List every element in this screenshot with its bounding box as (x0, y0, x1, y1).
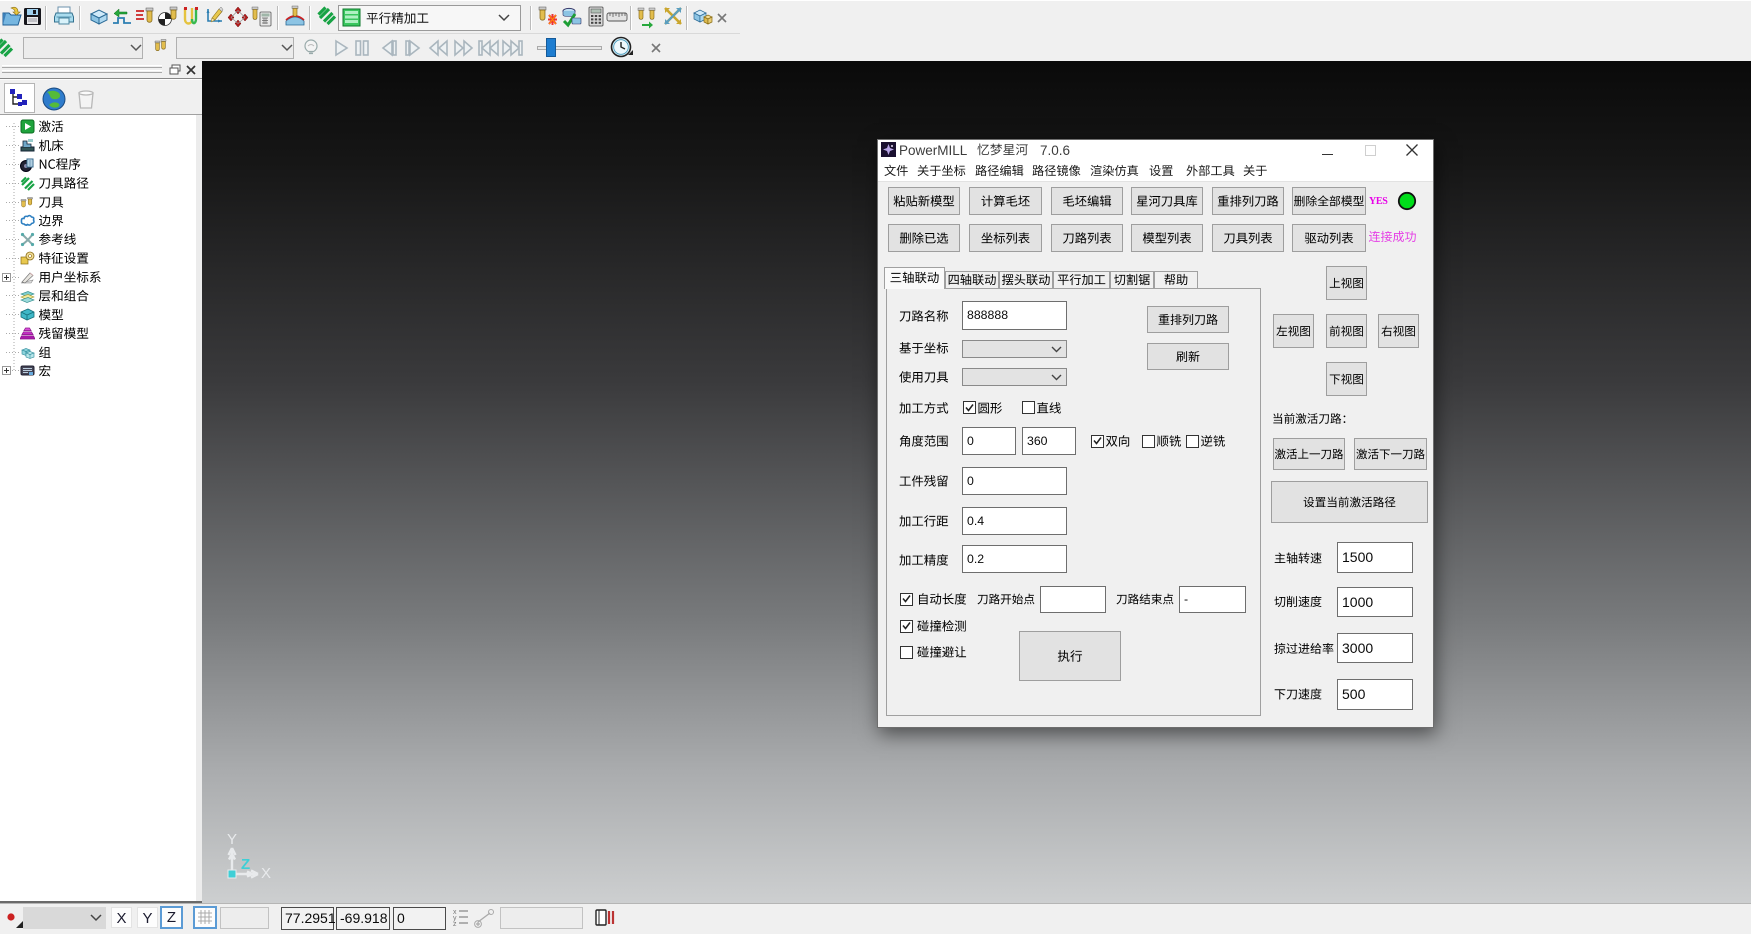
svg-text:X: X (261, 865, 271, 882)
svg-text:Y: Y (227, 831, 237, 848)
svg-text:z: z (453, 921, 457, 928)
svg-text:Z: Z (241, 856, 250, 873)
